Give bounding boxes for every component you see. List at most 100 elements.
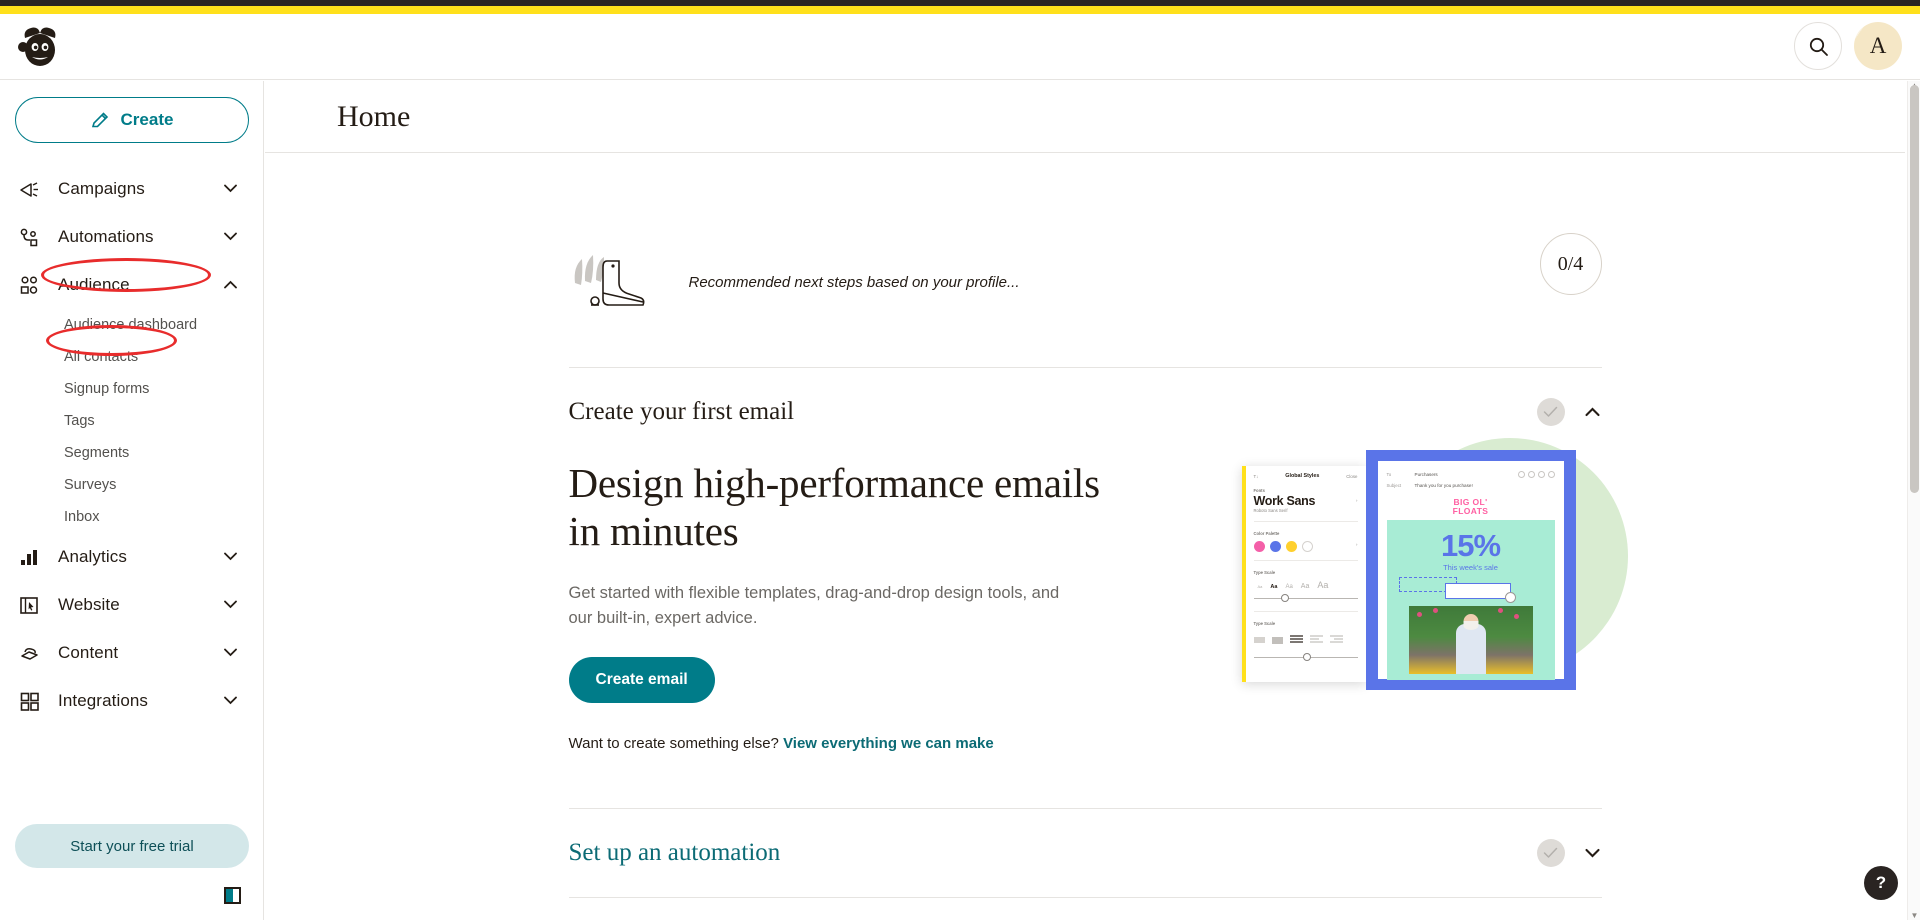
- type-scale-label: Type Scale: [1253, 570, 1276, 575]
- sidebar-item-label: Campaigns: [58, 179, 145, 198]
- swatch-pink: [1253, 541, 1265, 552]
- alignment-options: [1253, 631, 1358, 649]
- search-button[interactable]: [1794, 22, 1842, 70]
- sidebar-item-label: Automations: [58, 227, 154, 246]
- page-title: Home: [337, 99, 411, 133]
- font-row: Work Sans ›: [1254, 493, 1358, 508]
- sidebar-subitem-segments[interactable]: Segments: [0, 437, 263, 469]
- palette-row: ›: [1253, 536, 1358, 552]
- subitem-label: Inbox: [64, 509, 100, 525]
- text-tool-icon: T↓: [1253, 473, 1259, 479]
- subitem-label: Surveys: [64, 477, 117, 493]
- sidebar-subitem-all-contacts[interactable]: All contacts: [0, 341, 263, 373]
- sidebar-subitem-audience-dashboard[interactable]: Audience dashboard: [0, 309, 263, 341]
- swatch-blue: [1269, 541, 1281, 552]
- divider: [1253, 560, 1358, 561]
- page-header: Home: [265, 81, 1905, 153]
- person-beard: [1463, 621, 1478, 631]
- start-free-trial-button[interactable]: Start your free trial: [15, 824, 249, 868]
- avatar[interactable]: A: [1854, 22, 1902, 70]
- align-left-icon: [1309, 631, 1323, 649]
- search-icon: [1809, 37, 1828, 56]
- section-title[interactable]: Set up an automation: [569, 839, 781, 867]
- section-header[interactable]: Grow your audience: [569, 898, 1602, 920]
- sidebar-subitem-surveys[interactable]: Surveys: [0, 469, 263, 501]
- color-swatches: [1253, 541, 1313, 552]
- chevron-down-icon[interactable]: [224, 228, 237, 246]
- scroll-down-arrow[interactable]: ▼: [1910, 911, 1919, 920]
- email-photo: [1408, 606, 1533, 675]
- sidebar-item-website[interactable]: Website: [0, 581, 263, 629]
- font-subtitle: Roboto Sans Serif: [1253, 508, 1288, 513]
- sidebar-item-analytics[interactable]: Analytics: [0, 533, 263, 581]
- section-body-left: Design high-performance emails in minute…: [568, 456, 1129, 752]
- progress-value: 0/4: [1557, 252, 1584, 275]
- onboarding-section-create-email: Create your first email Design high-perf…: [568, 367, 1628, 808]
- recommended-steps-text: Recommended next steps based on your pro…: [688, 273, 1020, 291]
- content-area: Recommended next steps based on your pro…: [265, 233, 1905, 920]
- subitem-label: Audience dashboard: [64, 317, 198, 333]
- section-description: Get started with flexible templates, dra…: [568, 584, 1060, 628]
- create-button-label: Create: [120, 110, 174, 129]
- sidebar-item-automations[interactable]: Automations: [0, 213, 263, 261]
- email-subject-key: Subject: [1386, 483, 1402, 488]
- sidebar-item-audience[interactable]: Audience: [0, 261, 263, 309]
- sidebar-item-label: Website: [58, 595, 120, 614]
- audience-icon: [18, 274, 52, 297]
- page-scrollbar[interactable]: ▲ ▼: [1907, 81, 1920, 920]
- create-button[interactable]: Create: [15, 97, 249, 143]
- sidebar-subitem-tags[interactable]: Tags: [0, 405, 263, 437]
- megaphone-icon: [18, 178, 52, 201]
- divider: [1253, 611, 1358, 612]
- completion-check-icon: [1536, 839, 1565, 868]
- completion-check-icon: [1536, 398, 1565, 426]
- content-icon: [18, 642, 52, 665]
- section-header[interactable]: Set up an automation: [569, 809, 1602, 897]
- chevron-right-icon: ›: [1356, 498, 1358, 503]
- section-controls: [1536, 839, 1600, 868]
- chevron-up-icon[interactable]: [1584, 407, 1600, 417]
- scrollbar-thumb[interactable]: [1910, 85, 1919, 493]
- sidebar-nav: Campaigns Automations Audience Audience …: [0, 165, 263, 725]
- sidebar-collapse-icon[interactable]: [224, 887, 241, 904]
- section-heading: Design high-performance emails in minute…: [568, 460, 1101, 554]
- subitem-label: Tags: [64, 413, 95, 429]
- cursor-icon: [1504, 592, 1516, 604]
- section-body: Design high-performance emails in minute…: [568, 438, 1628, 808]
- global-styles-panel: T↓ Global Styles Close Fonts Work Sans ›…: [1241, 466, 1366, 682]
- email-subject-value: Thank you for you purchase!: [1414, 483, 1473, 488]
- sidebar-item-content[interactable]: Content: [0, 629, 263, 677]
- help-button[interactable]: ?: [1864, 866, 1898, 900]
- chevron-down-icon[interactable]: [224, 548, 237, 566]
- chevron-down-icon[interactable]: [1584, 848, 1600, 858]
- create-email-button[interactable]: Create email: [568, 657, 715, 704]
- email-hero: 15% This week's sale: [1386, 519, 1555, 681]
- bar-chart-icon: [18, 546, 52, 569]
- chevron-down-icon[interactable]: [224, 180, 237, 198]
- chevron-down-icon[interactable]: [224, 644, 237, 662]
- sidebar-subitem-inbox[interactable]: Inbox: [0, 501, 263, 533]
- sidebar-item-label: Analytics: [58, 547, 127, 566]
- type-scale-slider[interactable]: [1253, 594, 1358, 603]
- view-everything-link[interactable]: View everything we can make: [783, 735, 994, 752]
- email-body: BIG OL' FLOATS 15% This week's sale: [1386, 495, 1555, 681]
- alignment-slider[interactable]: [1253, 653, 1358, 662]
- panel-header: T↓ Global Styles Close: [1254, 473, 1358, 479]
- panel-title: Global Styles: [1285, 473, 1320, 479]
- sidebar-subitem-signup-forms[interactable]: Signup forms: [0, 373, 263, 405]
- pencil-icon: [91, 111, 108, 127]
- email-to-key: To: [1386, 472, 1392, 477]
- chevron-down-icon[interactable]: [224, 596, 237, 614]
- want-more-line: Want to create something else? View ever…: [569, 735, 1129, 752]
- subitem-label: Segments: [64, 445, 130, 461]
- sidebar-item-campaigns[interactable]: Campaigns: [0, 165, 263, 213]
- chevron-up-icon[interactable]: [224, 276, 237, 294]
- sidebar-item-integrations[interactable]: Integrations: [0, 677, 263, 725]
- chevron-right-icon: ›: [1356, 541, 1358, 547]
- mailchimp-freddie-logo[interactable]: [14, 20, 66, 72]
- audience-subnav: Audience dashboard All contacts Signup f…: [0, 309, 263, 533]
- subitem-label: Signup forms: [64, 381, 150, 397]
- chevron-down-icon[interactable]: [224, 692, 237, 710]
- type-scale-samples: Aa Aa Aa Aa Aa: [1257, 580, 1329, 590]
- header-actions: A: [1794, 22, 1902, 70]
